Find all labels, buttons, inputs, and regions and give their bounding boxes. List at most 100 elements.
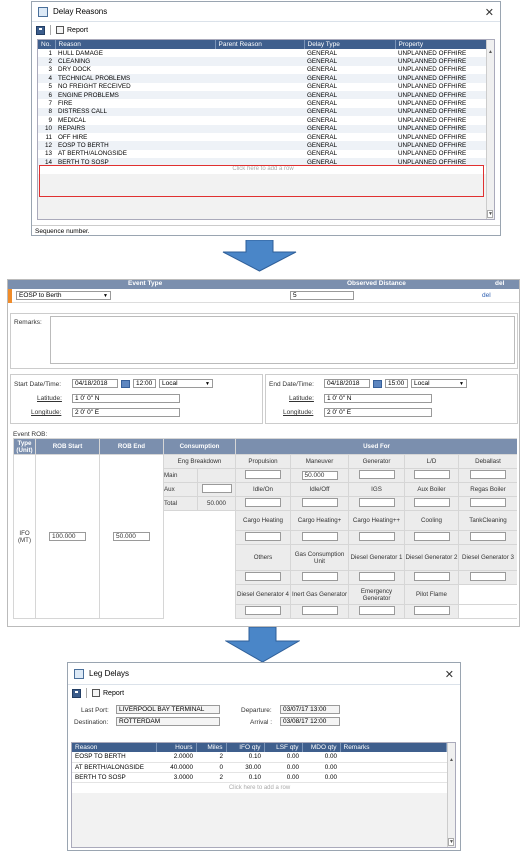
event-type-select[interactable]: EOSP to Berth — [16, 291, 111, 300]
end-date-input[interactable]: 04/18/2018 — [324, 379, 370, 388]
cell-no[interactable]: 13 — [38, 150, 55, 158]
cell-mdo[interactable]: 0.00 — [302, 752, 340, 763]
cell-ifo[interactable]: 30.00 — [226, 762, 264, 773]
cell-lsf[interactable]: 0.00 — [264, 762, 302, 773]
cell-lsf[interactable]: 0.00 — [264, 772, 302, 783]
cell-reason[interactable]: DRY DOCK — [55, 66, 215, 74]
col-property[interactable]: Property — [395, 40, 488, 49]
cell-lsf[interactable]: 0.00 — [264, 752, 302, 763]
col-mdo-qty[interactable]: MDO qty — [302, 743, 341, 752]
cell-remarks[interactable] — [340, 772, 447, 783]
col-ifo-qty[interactable]: IFO qty — [226, 743, 265, 752]
cell-parent[interactable] — [215, 57, 304, 66]
remarks-textarea[interactable] — [50, 316, 515, 364]
gas-consumption-input[interactable] — [301, 572, 338, 581]
cell-parent[interactable] — [215, 124, 304, 133]
col-miles[interactable]: Miles — [196, 743, 227, 752]
col-reason[interactable]: Reason — [72, 743, 157, 752]
aux-input[interactable] — [201, 484, 232, 493]
cell-reason[interactable]: ENGINE PROBLEMS — [55, 90, 215, 100]
diesel-gen-3-input[interactable] — [470, 572, 506, 581]
col-parent-reason[interactable]: Parent Reason — [215, 40, 305, 49]
scroll-up-icon[interactable]: ▲ — [449, 757, 454, 763]
idle-off-input[interactable] — [301, 498, 338, 507]
report-icon[interactable] — [56, 26, 64, 34]
table-row[interactable]: 1 HULL DAMAGE GENERAL UNPLANNED OFFHIRE — [38, 49, 488, 57]
table-row[interactable]: 6 ENGINE PROBLEMS GENERAL UNPLANNED OFFHIRE — [38, 90, 488, 100]
cell-reason[interactable]: FIRE — [55, 99, 215, 107]
cell-type[interactable]: GENERAL — [304, 150, 395, 158]
cell-no[interactable]: 3 — [38, 66, 55, 74]
idle-on-input[interactable] — [245, 498, 281, 507]
delete-link[interactable]: del — [482, 292, 491, 299]
diesel-gen-1-input[interactable] — [358, 572, 395, 581]
col-reason[interactable]: Reason — [55, 40, 216, 49]
cell-no[interactable]: 6 — [38, 90, 55, 100]
table-row[interactable]: 3 DRY DOCK GENERAL UNPLANNED OFFHIRE — [38, 66, 488, 74]
cell-reason[interactable]: OFF HIRE — [55, 133, 215, 141]
cell-type[interactable]: GENERAL — [304, 124, 395, 133]
cell-reason[interactable]: REPAIRS — [55, 124, 215, 133]
ld-input[interactable] — [413, 470, 450, 479]
cell-reason[interactable]: CLEANING — [55, 57, 215, 66]
cell-no[interactable]: 8 — [38, 107, 55, 117]
start-date-input[interactable]: 04/18/2018 — [72, 379, 118, 388]
cell-parent[interactable] — [215, 133, 304, 141]
cell-reason[interactable]: MEDICAL — [55, 116, 215, 124]
table-row[interactable]: 13 AT BERTH/ALONGSIDE GENERAL UNPLANNED OFF… — [38, 150, 488, 158]
cell-property[interactable]: UNPLANNED OFFHIRE — [395, 90, 488, 100]
cell-type[interactable]: GENERAL — [304, 49, 395, 57]
cell-reason[interactable]: NO FREIGHT RECEIVED — [55, 83, 215, 91]
table-row[interactable]: 7 FIRE GENERAL UNPLANNED OFFHIRE — [38, 99, 488, 107]
tank-cleaning-input[interactable] — [470, 532, 506, 541]
cell-hours[interactable]: 3.0000 — [156, 772, 196, 783]
cell-property[interactable]: UNPLANNED OFFHIRE — [395, 133, 488, 141]
cell-miles[interactable]: 2 — [196, 752, 226, 763]
pilot-flame-input[interactable] — [413, 606, 450, 615]
others-input[interactable] — [245, 572, 281, 581]
col-lsf-qty[interactable]: LSF qty — [264, 743, 303, 752]
cell-no[interactable]: 11 — [38, 133, 55, 141]
report-icon[interactable] — [92, 689, 100, 697]
maneuver-input[interactable]: 50.000 — [301, 471, 338, 480]
inert-gas-input[interactable] — [301, 606, 338, 615]
calendar-icon[interactable] — [121, 380, 130, 388]
col-hours[interactable]: Hours — [156, 743, 197, 752]
end-time-input[interactable]: 15:00 — [385, 379, 408, 388]
add-row-link[interactable]: Click here to add a row — [72, 782, 447, 793]
cell-property[interactable]: UNPLANNED OFFHIRE — [395, 57, 488, 66]
cell-reason[interactable]: AT BERTH/ALONGSIDE — [55, 150, 215, 158]
cell-property[interactable]: UNPLANNED OFFHIRE — [395, 49, 488, 57]
cell-property[interactable]: UNPLANNED OFFHIRE — [395, 66, 488, 74]
cell-parent[interactable] — [215, 150, 304, 158]
cell-parent[interactable] — [215, 90, 304, 100]
table-row[interactable]: BERTH TO SOSP 3.0000 2 0.10 0.00 0.00 — [72, 772, 447, 783]
cell-type[interactable]: GENERAL — [304, 66, 395, 74]
vertical-scrollbar[interactable] — [486, 40, 494, 219]
scroll-down-icon[interactable]: ▼ — [487, 210, 493, 218]
regas-boiler-input[interactable] — [470, 498, 506, 507]
table-row[interactable]: 12 EOSP TO BERTH GENERAL UNPLANNED OFFHIRE — [38, 141, 488, 150]
cell-parent[interactable] — [215, 49, 304, 57]
cell-property[interactable]: UNPLANNED OFFHIRE — [395, 99, 488, 107]
cell-reason[interactable]: BERTH TO SOSP — [72, 772, 156, 783]
scroll-up-icon[interactable]: ▲ — [488, 49, 493, 55]
cell-no[interactable]: 7 — [38, 99, 55, 107]
cell-property[interactable]: UNPLANNED OFFHIRE — [395, 141, 488, 150]
start-tz-select[interactable]: Local — [159, 379, 213, 388]
cell-property[interactable]: UNPLANNED OFFHIRE — [395, 116, 488, 124]
end-longitude-input[interactable]: 2 0' 0" E — [324, 408, 432, 417]
cell-remarks[interactable] — [340, 762, 447, 773]
diesel-gen-2-input[interactable] — [413, 572, 450, 581]
deballast-input[interactable] — [470, 470, 506, 479]
close-icon[interactable]: ✕ — [485, 6, 494, 19]
emergency-gen-input[interactable] — [358, 606, 395, 615]
cell-hours[interactable]: 40.0000 — [156, 762, 196, 773]
rob-start-input[interactable]: 100.000 — [49, 532, 86, 541]
start-latitude-input[interactable]: 1 0' 0" N — [72, 394, 180, 403]
cell-no[interactable]: 9 — [38, 116, 55, 124]
cell-type[interactable]: GENERAL — [304, 74, 395, 83]
cell-mdo[interactable]: 0.00 — [302, 772, 340, 783]
save-icon[interactable] — [36, 25, 45, 35]
cell-parent[interactable] — [215, 107, 304, 117]
